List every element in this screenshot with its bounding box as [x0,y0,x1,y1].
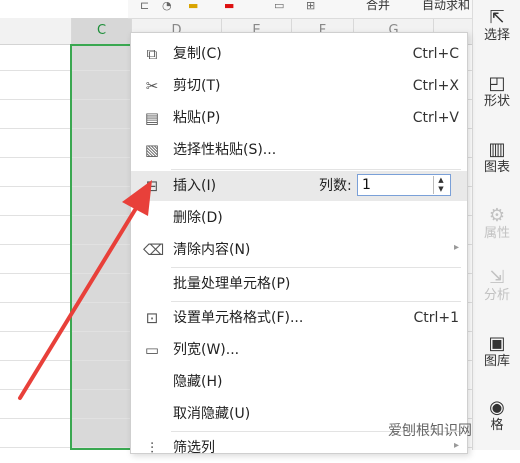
side-item-label: 图表 [483,160,510,175]
menu-item-label: 复制(C) [173,46,222,62]
menu-item-insert[interactable]: ⊟ 插入(I) 列数: 1 ▲ ▼ [131,171,467,201]
eraser-icon: ⌫ [143,241,165,259]
submenu-arrow-icon: ▸ [453,440,459,451]
filter-icon: ⫶ [150,439,154,457]
right-side-panel: ⇱ 选择 ◰ 形状 ▥ 图表 ⚙ 属性 ⇲ 分析 ▣ 图库 ◉ 格 [472,0,520,450]
format-cells-icon: ⊡ [145,309,159,327]
properties-icon: ⚙ [488,205,506,226]
spin-up-icon[interactable]: ▲ [434,176,448,185]
paste-icon: ▤ [144,109,160,127]
top-toolbar: ⊏ ◔ ▬ ▬ ▭ ⊞ 合并 自动求和 [128,0,474,19]
side-item-label: 图库 [483,354,510,369]
menu-item-label: 清除内容(N) [173,242,251,258]
spin-down-icon[interactable]: ▼ [434,185,448,194]
menu-item-clear-contents[interactable]: ⌫ 清除内容(N) ▸ [131,235,467,265]
menu-item-label: 粘贴(P) [173,110,221,126]
menu-item-delete[interactable]: 删除(D) [131,203,467,233]
side-item-chart[interactable]: ▥ 图表 [473,140,520,176]
menu-item-cut[interactable]: ✂ 剪切(T) Ctrl+X [131,71,467,101]
column-count-input[interactable]: 1 [362,177,371,193]
menu-item-paste[interactable]: ▤ 粘贴(P) Ctrl+V [131,103,467,133]
format-painter-icon[interactable]: ◔ [162,0,172,12]
menu-item-shortcut: Ctrl+X [412,78,459,94]
column-header-blank [0,18,72,44]
fill-color-icon[interactable]: ▬ [188,0,198,12]
menu-item-shortcut: Ctrl+V [412,110,459,126]
menu-item-paste-special[interactable]: ▧ 选择性粘贴(S)... [131,135,467,165]
copy-icon: ⧉ [146,45,158,63]
menu-item-shortcut: Ctrl+C [412,46,459,62]
gallery-icon: ▣ [488,333,506,354]
side-item-label: 格 [490,418,504,433]
side-item-analysis: ⇲ 分析 [473,268,520,304]
cut-icon: ✂ [145,77,159,95]
column-count-stepper[interactable]: 1 ▲ ▼ [357,174,451,196]
chart-icon: ▥ [488,139,506,160]
menu-item-hide[interactable]: 隐藏(H) [131,367,467,397]
side-item-gallery[interactable]: ▣ 图库 [473,334,520,370]
table-icon[interactable]: ⊞ [306,0,315,12]
analysis-icon: ⇲ [489,267,505,288]
menu-separator [171,169,461,170]
shape-icon: ◰ [488,73,506,94]
side-item-label: 属性 [483,226,510,241]
autosum-label[interactable]: 自动求和 [422,0,470,11]
context-menu: ⧉ 复制(C) Ctrl+C ✂ 剪切(T) Ctrl+X ▤ 粘贴(P) Ct… [130,32,468,457]
menu-item-label: 列宽(W)... [173,342,240,358]
menu-item-batch-process[interactable]: 批量处理单元格(P) [131,269,467,299]
menu-item-label: 选择性粘贴(S)... [173,142,277,158]
menu-item-label: 批量处理单元格(P) [173,276,291,292]
menu-separator [171,301,461,302]
side-item-label: 分析 [483,288,510,303]
font-color-icon[interactable]: ▬ [224,0,234,12]
side-item-properties: ⚙ 属性 [473,206,520,242]
side-item-shape[interactable]: ◰ 形状 [473,74,520,110]
insert-icon: ⊟ [145,177,159,195]
side-item-select[interactable]: ⇱ 选择 [473,8,520,44]
watermark: 爱刨根知识网 [388,423,472,439]
menu-item-column-width[interactable]: ▭ 列宽(W)... [131,335,467,365]
cursor-icon: ⇱ [489,7,505,28]
border-icon[interactable]: ▭ [274,0,284,12]
merge-label[interactable]: 合并 [366,0,390,11]
side-item-label: 形状 [483,94,510,109]
menu-item-format-cells[interactable]: ⊡ 设置单元格格式(F)... Ctrl+1 [131,303,467,333]
menu-item-label: 设置单元格格式(F)... [173,310,304,326]
menu-item-label: 删除(D) [173,210,223,226]
menu-item-label: 剪切(T) [173,78,221,94]
paste-special-icon: ▧ [144,141,160,159]
menu-item-shortcut: Ctrl+1 [413,310,459,326]
column-header-c[interactable]: C [72,18,132,44]
merge-cells-icon[interactable]: ⊏ [140,0,149,12]
side-item-style[interactable]: ◉ 格 [473,398,520,434]
menu-item-label: 筛选列 [173,440,215,456]
side-item-label: 选择 [483,28,510,43]
submenu-arrow-icon: ▸ [453,242,459,253]
column-width-icon: ▭ [144,341,160,359]
menu-separator [171,267,461,268]
spin-buttons[interactable]: ▲ ▼ [433,176,448,194]
menu-item-label: 取消隐藏(U) [173,406,251,422]
menu-item-copy[interactable]: ⧉ 复制(C) Ctrl+C [131,39,467,69]
menu-item-label: 隐藏(H) [173,374,223,390]
selected-column-border [70,44,132,450]
menu-item-label: 插入(I) [173,178,217,194]
style-icon: ◉ [489,397,505,418]
column-count-label: 列数: [319,178,352,194]
